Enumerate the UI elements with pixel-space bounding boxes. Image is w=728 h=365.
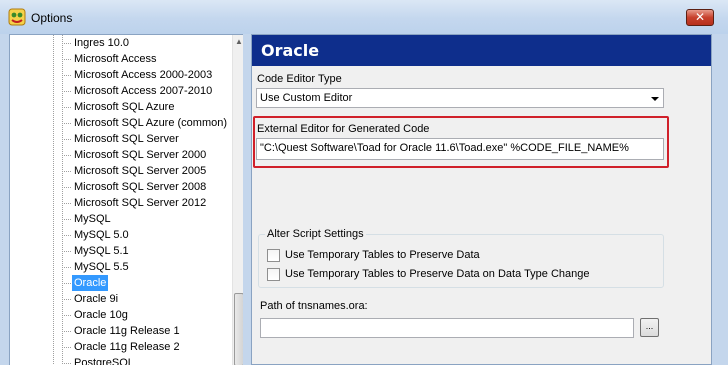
tree-guide-tick [62,139,71,140]
temp-tables-type-change-checkbox[interactable] [267,268,280,281]
tree-guide-tick [62,251,71,252]
tree-guide-tick [62,91,71,92]
title-bar: Options ✕ [0,0,728,34]
options-panel: Oracle Code Editor Type Use Custom Edito… [251,34,712,365]
tree-item[interactable]: Microsoft SQL Server 2005 [72,163,208,179]
tree-item[interactable]: Microsoft Access 2007-2010 [72,83,214,99]
external-editor-input[interactable]: "C:\Quest Software\Toad for Oracle 11.6\… [256,138,664,160]
tnsnames-path-input[interactable] [260,318,634,338]
tree-guide-tick [62,203,71,204]
tree-item[interactable]: MySQL 5.0 [72,227,131,243]
tree-item[interactable]: Microsoft SQL Azure [72,99,176,115]
temp-tables-type-change-checkbox-label[interactable]: Use Temporary Tables to Preserve Data on… [285,268,590,280]
tree-guide-tick [62,155,71,156]
code-editor-type-select[interactable]: Use Custom Editor [256,88,664,108]
tree-guide-tick [62,347,71,348]
tree-guide-tick [62,59,71,60]
tree-item[interactable]: Microsoft Access 2000-2003 [72,67,214,83]
tree-item[interactable]: PostgreSQL [72,355,136,365]
tree-item[interactable]: Oracle 10g [72,307,130,323]
window-frame-left [0,34,9,365]
tree-guide-tick [62,235,71,236]
window-title: Options [31,11,73,25]
tree-item[interactable]: Oracle 9i [72,291,120,307]
tree-guide-line [53,35,54,365]
tree-guide-tick [62,315,71,316]
tree-guide-tick [62,43,71,44]
tree-item[interactable]: Oracle 11g Release 2 [72,339,182,355]
tree-item[interactable]: Oracle [72,275,109,291]
tnsnames-path-label: Path of tnsnames.ora: [260,300,368,312]
splitter[interactable] [243,34,251,365]
panel-title: Oracle [252,35,711,66]
chevron-down-icon [651,97,659,101]
tree-item[interactable]: Microsoft SQL Server [72,131,181,147]
tree-item[interactable]: Microsoft SQL Server 2008 [72,179,208,195]
alter-script-settings-group: Alter Script Settings Use Temporary Tabl… [258,228,664,288]
tree-guide-tick [62,299,71,300]
tree-guide-tick [62,75,71,76]
tree-scrollbar[interactable]: ▲ [232,35,243,365]
tree-guide-tick [62,171,71,172]
tree-guide-tick [62,363,71,364]
tree-guide-tick [62,123,71,124]
temp-tables-checkbox-label[interactable]: Use Temporary Tables to Preserve Data [285,249,480,261]
tree-guide-tick [62,187,71,188]
window-frame-right [712,34,728,365]
code-editor-type-label: Code Editor Type [257,73,342,85]
tree-item[interactable]: Microsoft Access [72,51,159,67]
tree-item[interactable]: Microsoft SQL Azure (common) [72,115,229,131]
tree-item[interactable]: Oracle 11g Release 1 [72,323,182,339]
tree-guide-tick [62,331,71,332]
tree-item[interactable]: MySQL 5.1 [72,243,131,259]
scroll-thumb[interactable] [234,293,243,365]
scroll-up-arrow-icon[interactable]: ▲ [233,35,243,49]
external-editor-label: External Editor for Generated Code [257,123,430,135]
tree-item[interactable]: MySQL [72,211,113,227]
tree-guide-tick [62,267,71,268]
options-tree[interactable]: Ingres 10.0 Microsoft Access Microsoft Acc… [9,34,243,365]
tree-item[interactable]: Microsoft SQL Server 2012 [72,195,208,211]
close-button[interactable]: ✕ [686,9,714,26]
code-editor-type-value: Use Custom Editor [260,92,353,104]
tree-guide-tick [62,219,71,220]
toad-app-icon [8,8,26,26]
tree-guide-tick [62,283,71,284]
alter-script-settings-title: Alter Script Settings [265,228,366,240]
browse-button[interactable]: ... [640,318,659,337]
tree-guide-tick [62,107,71,108]
tree-item[interactable]: MySQL 5.5 [72,259,131,275]
tree-item[interactable]: Microsoft SQL Server 2000 [72,147,208,163]
tree-item[interactable]: Ingres 10.0 [72,35,131,51]
temp-tables-checkbox[interactable] [267,249,280,262]
